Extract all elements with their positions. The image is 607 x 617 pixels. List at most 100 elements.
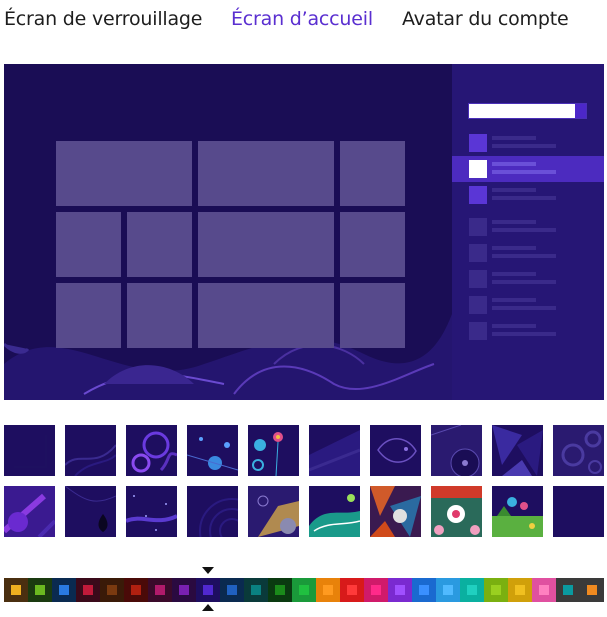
pattern-thumb-graffiti[interactable] <box>370 486 421 537</box>
placeholder-line <box>492 280 556 284</box>
app-icon <box>469 322 487 340</box>
color-swatch[interactable] <box>124 578 148 602</box>
tab-lock-screen[interactable]: Écran de verrouillage <box>4 8 202 30</box>
preview-tile <box>198 283 334 348</box>
pattern-thumb-folk-flowers[interactable] <box>431 486 482 537</box>
preview-charms-sidebar <box>452 64 604 400</box>
placeholder-line <box>492 272 536 276</box>
color-picker-bar[interactable] <box>4 578 604 602</box>
color-swatch[interactable] <box>148 578 172 602</box>
pattern-thumb-circles[interactable] <box>187 486 238 537</box>
color-swatch-dot <box>587 585 597 595</box>
color-swatch[interactable] <box>28 578 52 602</box>
color-swatch-dot <box>491 585 501 595</box>
pattern-thumb-waves[interactable] <box>309 425 360 476</box>
pattern-art <box>553 425 604 476</box>
placeholder-line <box>492 228 556 232</box>
placeholder-line <box>492 254 556 258</box>
pattern-art <box>492 486 543 537</box>
placeholder-line <box>492 162 536 166</box>
preview-sidebar-item <box>452 240 604 266</box>
pattern-art <box>309 486 360 537</box>
color-swatch[interactable] <box>220 578 244 602</box>
placeholder-line <box>492 324 536 328</box>
app-icon <box>469 134 487 152</box>
color-swatch[interactable] <box>268 578 292 602</box>
color-swatch[interactable] <box>244 578 268 602</box>
preview-sidebar-item <box>452 130 604 156</box>
color-swatch[interactable] <box>100 578 124 602</box>
pattern-art <box>370 425 421 476</box>
color-swatch[interactable] <box>316 578 340 602</box>
pattern-thumb-flowers-blue[interactable] <box>187 425 238 476</box>
color-swatch[interactable] <box>364 578 388 602</box>
pattern-art <box>492 425 543 476</box>
color-swatch[interactable] <box>556 578 580 602</box>
color-swatch[interactable] <box>484 578 508 602</box>
color-swatch-dot <box>539 585 549 595</box>
color-swatch-dot <box>563 585 573 595</box>
color-swatch-dot <box>443 585 453 595</box>
pattern-thumb-raindrop-leaf[interactable] <box>65 486 116 537</box>
preview-sidebar-item <box>452 182 604 208</box>
tab-start-screen[interactable]: Écran d’accueil <box>231 8 373 30</box>
pattern-thumb-landscape[interactable] <box>492 486 543 537</box>
tab-account-picture[interactable]: Avatar du compte <box>402 8 569 30</box>
placeholder-line <box>492 332 556 336</box>
color-swatch-dot <box>11 585 21 595</box>
placeholder-line <box>492 144 556 148</box>
color-swatch[interactable] <box>412 578 436 602</box>
placeholder-line <box>492 298 536 302</box>
pattern-thumb-swirls[interactable] <box>126 425 177 476</box>
preview-tile <box>340 141 405 206</box>
pattern-thumb-frame[interactable] <box>4 425 55 476</box>
preview-tile <box>56 212 121 277</box>
color-swatch-dot <box>155 585 165 595</box>
color-swatch[interactable] <box>508 578 532 602</box>
start-screen-preview <box>4 64 604 400</box>
pattern-art <box>309 425 360 476</box>
app-icon <box>469 160 487 178</box>
app-icon <box>469 186 487 204</box>
color-swatch[interactable] <box>4 578 28 602</box>
placeholder-line <box>492 306 556 310</box>
color-swatch[interactable] <box>436 578 460 602</box>
color-swatch[interactable] <box>340 578 364 602</box>
pattern-thumb-stars[interactable] <box>126 486 177 537</box>
color-swatch[interactable] <box>292 578 316 602</box>
pattern-thumb-triangles[interactable] <box>492 425 543 476</box>
color-swatch[interactable] <box>580 578 604 602</box>
color-swatch[interactable] <box>532 578 556 602</box>
color-swatch-dot <box>275 585 285 595</box>
preview-tile <box>56 283 121 348</box>
pattern-thumb-fish-sketch[interactable] <box>370 425 421 476</box>
color-swatch[interactable] <box>460 578 484 602</box>
pattern-thumb-guitar[interactable] <box>4 486 55 537</box>
placeholder-line <box>492 246 536 250</box>
pattern-thumb-splash[interactable] <box>309 486 360 537</box>
pattern-thumb-trumpet[interactable] <box>248 486 299 537</box>
preview-sidebar-item <box>452 214 604 240</box>
color-swatch[interactable] <box>52 578 76 602</box>
color-swatch[interactable] <box>388 578 412 602</box>
color-swatch[interactable] <box>172 578 196 602</box>
pattern-thumb-gears[interactable] <box>553 425 604 476</box>
color-swatch-dot <box>323 585 333 595</box>
preview-tile <box>127 212 192 277</box>
preview-sidebar-item <box>452 292 604 318</box>
color-swatch[interactable] <box>76 578 100 602</box>
color-swatch-dot <box>35 585 45 595</box>
pattern-thumb-dandelions[interactable] <box>248 425 299 476</box>
app-icon <box>469 296 487 314</box>
pattern-thumb-plain[interactable] <box>553 486 604 537</box>
preview-tile <box>340 283 405 348</box>
placeholder-line <box>492 188 536 192</box>
color-swatch[interactable] <box>196 578 220 602</box>
preview-sidebar-item <box>452 318 604 344</box>
pattern-thumb-vinyl[interactable] <box>431 425 482 476</box>
color-swatch-dot <box>83 585 93 595</box>
pattern-thumb-curves[interactable] <box>65 425 116 476</box>
color-swatch-dot <box>347 585 357 595</box>
preview-tile <box>198 141 334 206</box>
placeholder-line <box>492 136 536 140</box>
